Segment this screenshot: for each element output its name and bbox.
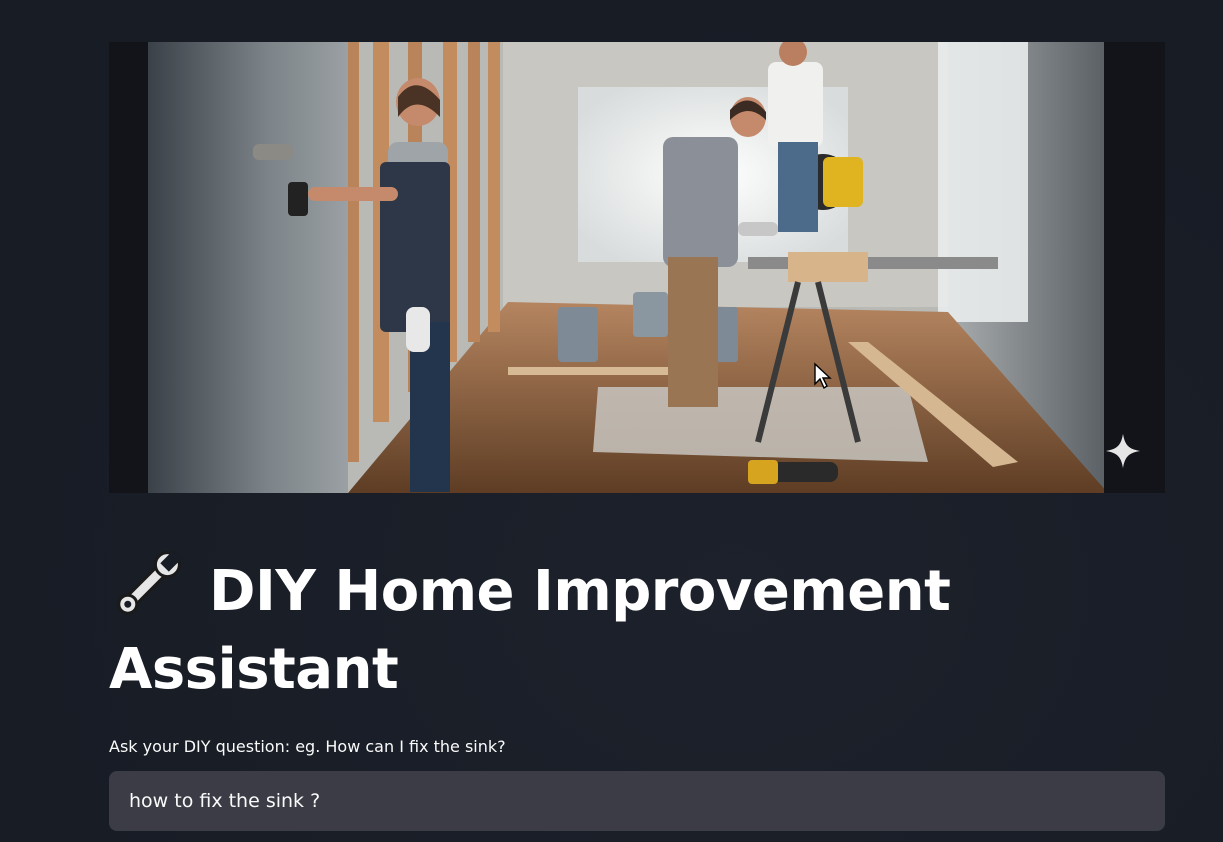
title-block: DIY Home Improvement Assistant [109,546,1009,709]
sparkle-icon [1105,433,1141,469]
page-title: DIY Home Improvement Assistant [109,546,1009,709]
mouse-cursor-icon [814,362,832,390]
question-input[interactable] [109,771,1165,831]
hero-image [148,42,1104,493]
question-label: Ask your DIY question: eg. How can I fix… [109,737,506,756]
wrench-icon [117,549,183,615]
page-title-text: DIY Home Improvement Assistant [109,559,951,702]
hero-image-frame [109,42,1165,493]
app-root: DIY Home Improvement Assistant Ask your … [0,0,1223,842]
